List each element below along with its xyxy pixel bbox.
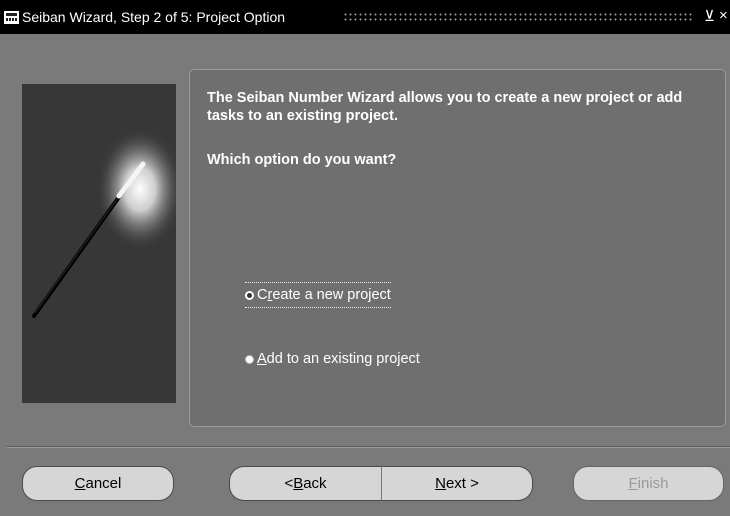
wizard-graphic-panel (22, 84, 176, 403)
radio-unselected-icon[interactable] (245, 354, 254, 364)
next-button[interactable]: Next > (381, 466, 533, 501)
radio-add-to-existing-project[interactable]: Add to an existing project (245, 351, 420, 367)
close-icon[interactable]: × (719, 7, 728, 24)
minimize-icon[interactable]: ⊻ (704, 7, 715, 25)
cancel-button[interactable]: Cancel (22, 466, 174, 501)
wizard-content-panel: The Seiban Number Wizard allows you to c… (189, 69, 726, 427)
radio-selected-icon[interactable] (245, 290, 254, 300)
finish-button[interactable]: Finish (573, 466, 724, 501)
option-label-add: Add to an existing project (257, 351, 420, 367)
footer-divider-highlight (7, 447, 730, 448)
question-text: Which option do you want? (207, 152, 397, 168)
back-button[interactable]: < Back (229, 466, 381, 501)
window-title: Seiban Wizard, Step 2 of 5: Project Opti… (22, 9, 286, 25)
radio-create-new-project[interactable]: Create a new project (245, 282, 391, 308)
app-icon (4, 11, 19, 24)
title-bar[interactable]: Seiban Wizard, Step 2 of 5: Project Opti… (0, 0, 730, 34)
option-label-create: Create a new project (257, 287, 391, 303)
title-bar-grip (343, 12, 693, 22)
magic-wand-icon (32, 127, 176, 318)
intro-text: The Seiban Number Wizard allows you to c… (207, 90, 683, 124)
